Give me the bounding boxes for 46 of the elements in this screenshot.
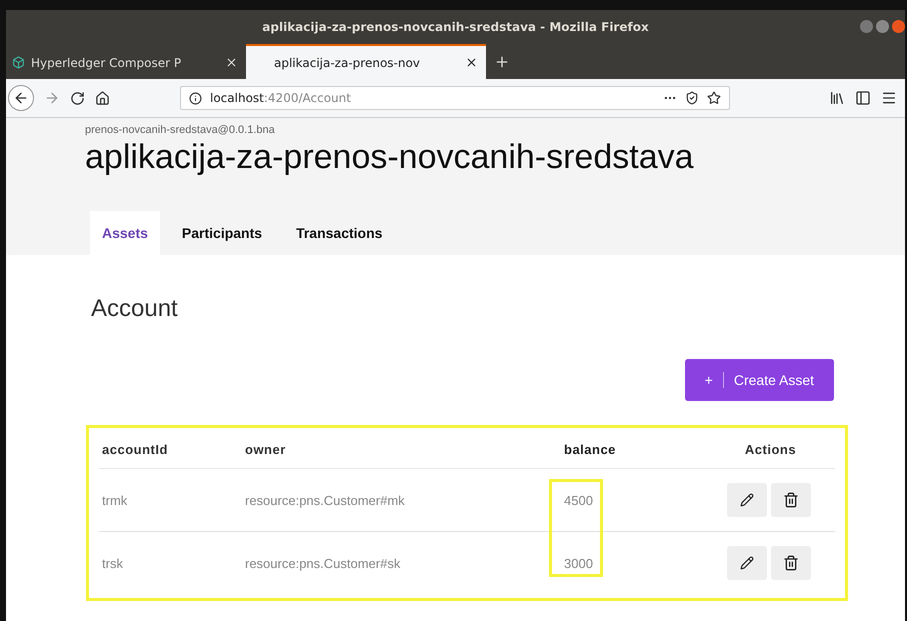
column-header: accountId bbox=[101, 442, 168, 456]
close-button[interactable] bbox=[892, 20, 905, 33]
table-cell-text: trmk bbox=[101, 492, 128, 508]
edit-button[interactable] bbox=[727, 546, 767, 580]
home-icon[interactable] bbox=[95, 90, 110, 106]
create-asset-button[interactable]: + Create Asset bbox=[684, 359, 834, 401]
library-icon[interactable] bbox=[829, 90, 845, 106]
back-button[interactable] bbox=[8, 85, 34, 111]
forward-icon[interactable] bbox=[44, 90, 60, 106]
column-header: balance bbox=[563, 442, 616, 456]
close-icon[interactable] bbox=[225, 56, 238, 69]
table-cell-text: resource:pns.Customer#mk bbox=[244, 492, 406, 508]
trash-icon bbox=[783, 492, 799, 508]
network-version: prenos-novcanih-sredstava@0.0.1.bna bbox=[85, 124, 276, 136]
shield-icon[interactable] bbox=[685, 91, 699, 105]
nav-tab[interactable]: Assets bbox=[90, 211, 160, 255]
sidebar-icon[interactable] bbox=[855, 90, 871, 106]
page-title: Account bbox=[91, 295, 179, 323]
delete-button[interactable] bbox=[771, 483, 811, 517]
browser-tab[interactable]: Hyperledger Composer P bbox=[6, 44, 246, 79]
pencil-icon bbox=[740, 493, 754, 507]
new-tab-icon[interactable] bbox=[494, 54, 510, 70]
column-header: owner bbox=[244, 442, 286, 456]
reload-icon[interactable] bbox=[70, 90, 85, 106]
browser-tab[interactable]: aplikacija-za-prenos-nov bbox=[246, 44, 486, 79]
info-icon[interactable] bbox=[189, 92, 202, 104]
app-title: aplikacija-za-prenos-novcanih-sredstava bbox=[85, 138, 695, 177]
bookmark-star-icon[interactable] bbox=[707, 91, 721, 105]
address-bar[interactable]: localhost:4200/Account bbox=[180, 86, 730, 110]
table-cell-text: trsk bbox=[101, 556, 124, 570]
cube-icon bbox=[12, 56, 25, 69]
table-cell-text: 4500 bbox=[563, 492, 594, 508]
pencil-icon bbox=[740, 556, 754, 570]
column-header: Actions bbox=[744, 442, 796, 456]
delete-button[interactable] bbox=[771, 546, 811, 580]
edit-button[interactable] bbox=[727, 483, 767, 517]
close-icon[interactable] bbox=[465, 56, 478, 69]
nav-tab[interactable]: Transactions bbox=[284, 211, 394, 255]
table-cell-text: 3000 bbox=[563, 556, 594, 570]
table-cell-text: resource:pns.Customer#sk bbox=[244, 556, 402, 570]
minimize-button[interactable] bbox=[860, 20, 873, 33]
window-title: aplikacija-za-prenos-novcanih-sredstava - Mozilla Firefox bbox=[262, 20, 649, 34]
menu-icon[interactable] bbox=[881, 90, 897, 106]
nav-tab[interactable]: Participants bbox=[170, 211, 274, 255]
maximize-button[interactable] bbox=[876, 20, 889, 33]
trash-icon bbox=[783, 555, 799, 571]
